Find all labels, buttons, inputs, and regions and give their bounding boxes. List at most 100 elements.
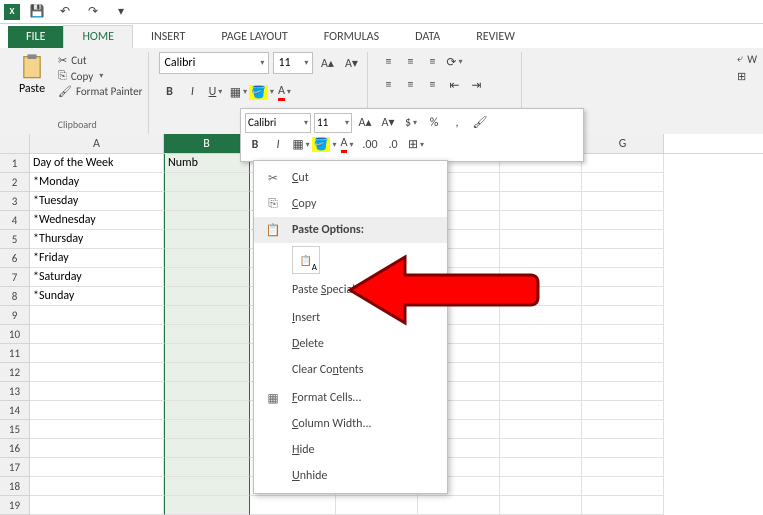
cell-F7[interactable]: [500, 268, 582, 287]
cell-E19[interactable]: [418, 496, 500, 515]
row-header-14[interactable]: 14: [0, 401, 30, 420]
cell-B18[interactable]: [164, 477, 250, 496]
decrease-indent-button[interactable]: ⇤: [444, 75, 464, 95]
cell-B2[interactable]: [164, 173, 250, 192]
align-middle-button[interactable]: ≡: [400, 52, 420, 72]
cell-G11[interactable]: [582, 344, 664, 363]
mini-font-color-button[interactable]: A▾: [337, 135, 357, 155]
cell-B4[interactable]: [164, 211, 250, 230]
cell-B15[interactable]: [164, 420, 250, 439]
cell-G10[interactable]: [582, 325, 664, 344]
cell-B14[interactable]: [164, 401, 250, 420]
ctx-paste-special[interactable]: Paste Special...: [254, 277, 447, 303]
cell-A3[interactable]: *Tuesday: [30, 192, 164, 211]
wrap-text-button[interactable]: ⤶W: [737, 52, 757, 66]
ctx-cut[interactable]: ✂Cut: [254, 165, 447, 191]
cell-B12[interactable]: [164, 363, 250, 382]
cell-F12[interactable]: [500, 363, 582, 382]
mini-bold-button[interactable]: B: [245, 135, 265, 155]
format-painter-button[interactable]: 🖌Format Painter: [58, 85, 142, 98]
save-button[interactable]: 💾: [26, 2, 48, 22]
cell-F16[interactable]: [500, 439, 582, 458]
cell-A15[interactable]: [30, 420, 164, 439]
cell-A18[interactable]: [30, 477, 164, 496]
cell-G18[interactable]: [582, 477, 664, 496]
cell-B8[interactable]: [164, 287, 250, 306]
orientation-button[interactable]: ⟳▾: [444, 52, 464, 72]
cell-G13[interactable]: [582, 382, 664, 401]
align-bottom-button[interactable]: ≡: [422, 52, 442, 72]
cell-A5[interactable]: *Thursday: [30, 230, 164, 249]
mini-borders-button[interactable]: ▦▾: [291, 135, 311, 155]
cell-F17[interactable]: [500, 458, 582, 477]
cut-button[interactable]: ✂Cut: [58, 54, 142, 67]
mini-font-name-select[interactable]: Calibri▾: [245, 113, 311, 133]
mini-font-size-select[interactable]: 11▾: [314, 113, 352, 133]
select-all-corner[interactable]: [0, 134, 30, 153]
cell-G9[interactable]: [582, 306, 664, 325]
cell-G8[interactable]: [582, 287, 664, 306]
row-header-10[interactable]: 10: [0, 325, 30, 344]
column-header-G[interactable]: G: [582, 134, 664, 153]
row-header-9[interactable]: 9: [0, 306, 30, 325]
row-header-2[interactable]: 2: [0, 173, 30, 192]
cell-G5[interactable]: [582, 230, 664, 249]
ctx-format-cells[interactable]: ▦Format Cells...: [254, 385, 447, 411]
increase-indent-button[interactable]: ⇥: [466, 75, 486, 95]
align-right-button[interactable]: ≡: [422, 75, 442, 95]
cell-B9[interactable]: [164, 306, 250, 325]
cell-G6[interactable]: [582, 249, 664, 268]
cell-G14[interactable]: [582, 401, 664, 420]
ctx-delete[interactable]: Delete: [254, 331, 447, 357]
tab-page-layout[interactable]: PAGE LAYOUT: [203, 26, 305, 48]
font-size-select[interactable]: 11▾: [273, 52, 313, 74]
tab-insert[interactable]: INSERT: [133, 26, 203, 48]
mini-italic-button[interactable]: I: [268, 135, 288, 155]
row-header-17[interactable]: 17: [0, 458, 30, 477]
cell-G16[interactable]: [582, 439, 664, 458]
cell-F10[interactable]: [500, 325, 582, 344]
cell-A6[interactable]: *Friday: [30, 249, 164, 268]
mini-merge-button[interactable]: ⊞▾: [406, 135, 426, 155]
row-header-19[interactable]: 19: [0, 496, 30, 515]
merge-center-button[interactable]: ⊞: [737, 70, 757, 83]
align-center-button[interactable]: ≡: [400, 75, 420, 95]
row-header-13[interactable]: 13: [0, 382, 30, 401]
row-header-11[interactable]: 11: [0, 344, 30, 363]
cell-A1[interactable]: Day of the Week: [30, 154, 164, 173]
grow-font-button[interactable]: A▴: [317, 53, 337, 73]
align-top-button[interactable]: ≡: [378, 52, 398, 72]
cell-F15[interactable]: [500, 420, 582, 439]
row-header-18[interactable]: 18: [0, 477, 30, 496]
row-header-15[interactable]: 15: [0, 420, 30, 439]
tab-data[interactable]: DATA: [397, 26, 458, 48]
tab-formulas[interactable]: FORMULAS: [306, 26, 397, 48]
cell-G1[interactable]: [582, 154, 664, 173]
align-left-button[interactable]: ≡: [378, 75, 398, 95]
ctx-clear-contents[interactable]: Clear Contents: [254, 357, 447, 383]
tab-home[interactable]: HOME: [63, 25, 133, 48]
fill-color-button[interactable]: 🪣▾: [251, 82, 271, 102]
cell-B3[interactable]: [164, 192, 250, 211]
cell-F13[interactable]: [500, 382, 582, 401]
paste-button[interactable]: Paste: [12, 52, 52, 96]
cell-F2[interactable]: [500, 173, 582, 192]
cell-A12[interactable]: [30, 363, 164, 382]
cell-G15[interactable]: [582, 420, 664, 439]
row-header-5[interactable]: 5: [0, 230, 30, 249]
ctx-column-width[interactable]: Column Width...: [254, 411, 447, 437]
cell-F9[interactable]: [500, 306, 582, 325]
cell-B10[interactable]: [164, 325, 250, 344]
qat-customize-button[interactable]: ▾: [110, 2, 132, 22]
mini-currency-button[interactable]: $▾: [401, 113, 421, 133]
font-name-select[interactable]: Calibri▾: [159, 52, 269, 74]
bold-button[interactable]: B: [159, 82, 179, 102]
cell-A19[interactable]: [30, 496, 164, 515]
cell-A17[interactable]: [30, 458, 164, 477]
borders-button[interactable]: ▦▾: [228, 82, 248, 102]
font-color-button[interactable]: A▾: [274, 82, 294, 102]
redo-button[interactable]: ↷: [82, 2, 104, 22]
mini-increase-decimal-button[interactable]: .00: [360, 135, 380, 155]
ctx-unhide[interactable]: Unhide: [254, 463, 447, 489]
mini-format-painter-button[interactable]: 🖌: [470, 113, 490, 133]
